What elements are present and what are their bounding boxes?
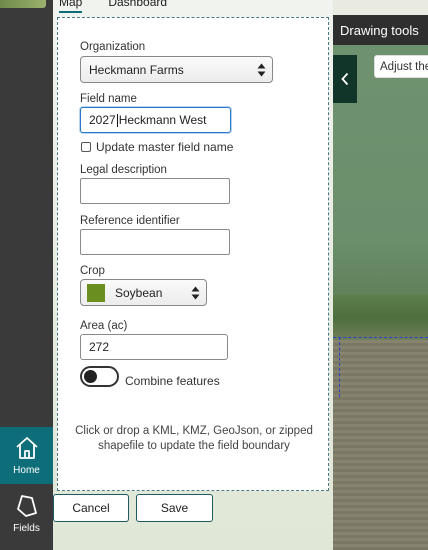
reference-identifier-input[interactable] xyxy=(80,229,230,255)
area-input[interactable]: 272 xyxy=(80,334,228,360)
field-shape-icon xyxy=(16,495,37,517)
cancel-button[interactable]: Cancel xyxy=(53,494,129,522)
update-master-field-name[interactable]: Update master field name xyxy=(81,140,233,154)
select-arrows-icon xyxy=(257,63,266,77)
organization-select[interactable]: Heckmann Farms xyxy=(80,56,273,83)
toggle-knob xyxy=(84,370,97,383)
field-name-value-suffix: Heckmann West xyxy=(118,113,207,127)
nav-fields[interactable]: Fields xyxy=(0,485,53,542)
area-value: 272 xyxy=(89,340,110,354)
reference-identifier-label: Reference identifier xyxy=(80,215,180,227)
home-icon xyxy=(15,437,38,459)
nav-fields-label: Fields xyxy=(13,523,40,534)
field-boundary-edge xyxy=(333,337,428,339)
app-logo-thumbnail xyxy=(0,0,46,8)
left-nav-rail: Home Fields xyxy=(0,0,53,550)
drawing-tools-tooltip: Adjust the xyxy=(374,55,428,78)
legal-description-input[interactable] xyxy=(80,178,230,204)
organization-label: Organization xyxy=(80,41,146,53)
nav-home-label: Home xyxy=(13,465,40,476)
field-name-value-prefix: 2027 xyxy=(89,113,116,127)
drawing-tools-header: Drawing tools xyxy=(333,15,428,45)
map-tree-line xyxy=(333,295,428,340)
tab-map[interactable]: Map xyxy=(59,0,83,13)
area-label: Area (ac) xyxy=(80,320,128,332)
text-caret xyxy=(116,113,118,127)
crop-color-swatch xyxy=(87,283,105,302)
chevron-left-icon xyxy=(341,72,349,86)
map-tilled-field xyxy=(333,340,428,550)
update-master-label: Update master field name xyxy=(96,140,234,154)
update-master-checkbox[interactable] xyxy=(81,142,91,152)
field-boundary-edge xyxy=(339,337,340,397)
combine-features-label: Combine features xyxy=(125,374,220,388)
legal-description-label: Legal description xyxy=(80,164,167,176)
tab-bar: Map Dashboard xyxy=(59,0,167,13)
edit-field-form: Organization Heckmann Farms Field name 2… xyxy=(57,17,329,491)
tab-dashboard[interactable]: Dashboard xyxy=(108,0,167,13)
select-arrows-icon xyxy=(191,286,200,300)
nav-home[interactable]: Home xyxy=(0,427,53,484)
save-button[interactable]: Save xyxy=(136,494,213,522)
field-name-input[interactable]: 2027 Heckmann West xyxy=(80,107,231,133)
crop-label: Crop xyxy=(80,265,105,277)
boundary-file-dropzone[interactable]: Click or drop a KML, KMZ, GeoJson, or zi… xyxy=(68,424,320,454)
crop-value: Soybean xyxy=(115,285,163,300)
organization-value: Heckmann Farms xyxy=(89,62,184,77)
collapse-panel-button[interactable] xyxy=(333,55,357,103)
combine-features-toggle[interactable] xyxy=(80,366,119,387)
crop-select[interactable]: Soybean xyxy=(80,279,207,306)
field-name-label: Field name xyxy=(80,93,137,105)
